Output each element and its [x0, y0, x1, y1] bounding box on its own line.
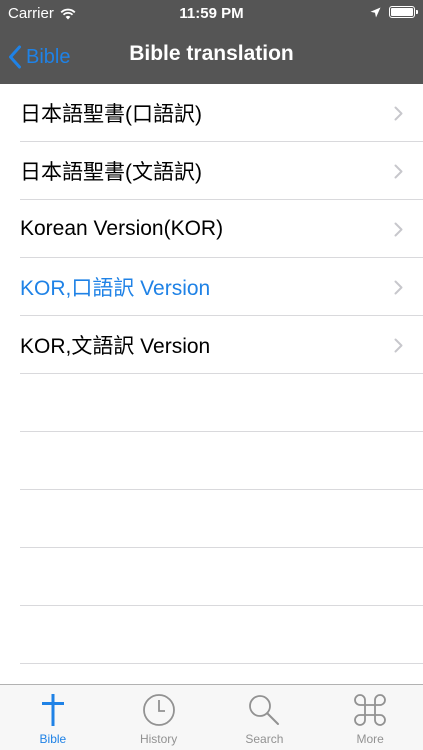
location-arrow-icon [370, 7, 381, 18]
translation-row-kor-colloquial[interactable]: KOR,口語訳 Version [0, 258, 423, 316]
chevron-right-icon [394, 164, 403, 179]
tab-search[interactable]: Search [212, 685, 318, 750]
translation-row-kor-literary[interactable]: KOR,文語訳 Version [0, 316, 423, 374]
chevron-right-icon [394, 338, 403, 353]
clock-icon [142, 690, 176, 730]
battery-icon [389, 6, 418, 18]
tab-bar: Bible History Search More [0, 684, 423, 750]
tab-label: History [139, 732, 178, 746]
tab-bible[interactable]: Bible [0, 685, 106, 750]
page-title: Bible translation [129, 42, 294, 65]
tab-label: Bible [39, 732, 67, 746]
tab-label: More [356, 732, 384, 746]
empty-row [0, 664, 423, 684]
empty-row [0, 374, 423, 432]
translation-row-label: 日本語聖書(文語訳) [20, 161, 202, 184]
navigation-bar: Bible Bible translation [0, 28, 423, 84]
empty-row [0, 490, 423, 548]
empty-row [0, 548, 423, 606]
chevron-right-icon [394, 280, 403, 295]
empty-row [0, 606, 423, 664]
translation-row-label: Korean Version(KOR) [20, 217, 224, 240]
translation-row-label: KOR,口語訳 Version [20, 277, 211, 300]
tab-history[interactable]: History [106, 685, 212, 750]
translation-row-label: KOR,文語訳 Version [20, 335, 211, 358]
translation-row-korean[interactable]: Korean Version(KOR) [0, 200, 423, 258]
status-bar: Carrier 11:59 PM [0, 0, 423, 28]
translation-row-japanese-colloquial[interactable]: 日本語聖書(口語訳) [0, 84, 423, 142]
chevron-right-icon [394, 222, 403, 237]
command-icon [353, 690, 387, 730]
tab-label: Search [245, 732, 284, 746]
empty-row [0, 432, 423, 490]
translation-row-japanese-literary[interactable]: 日本語聖書(文語訳) [0, 142, 423, 200]
translation-list: 日本語聖書(口語訳) 日本語聖書(文語訳) Korean Version(KOR… [0, 84, 423, 684]
status-time: 11:59 PM [179, 5, 244, 22]
tab-more[interactable]: More [317, 685, 423, 750]
status-right [370, 6, 418, 18]
magnifier-icon [247, 690, 281, 730]
cross-icon [39, 690, 67, 730]
chevron-right-icon [394, 106, 403, 121]
translation-row-label: 日本語聖書(口語訳) [20, 103, 202, 126]
